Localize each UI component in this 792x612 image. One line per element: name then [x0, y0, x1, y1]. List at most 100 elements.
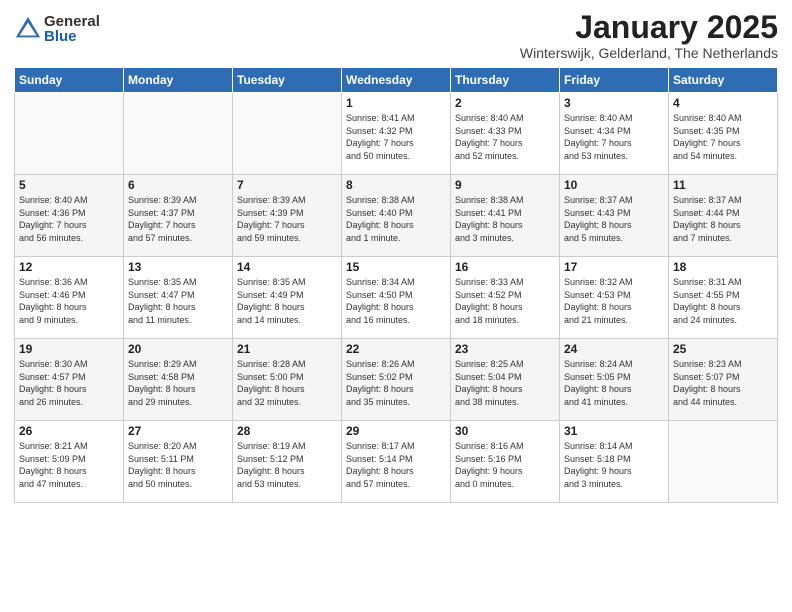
day-number: 29: [346, 424, 446, 438]
calendar-cell: 2 Sunrise: 8:40 AM Sunset: 4:33 PM Daylig…: [451, 93, 560, 175]
day-info: Sunrise: 8:40 AM Sunset: 4:35 PM Dayligh…: [673, 112, 773, 162]
header: General Blue January 2025 Winterswijk, G…: [14, 10, 778, 61]
page-container: General Blue January 2025 Winterswijk, G…: [0, 0, 792, 511]
day-number: 23: [455, 342, 555, 356]
day-number: 24: [564, 342, 664, 356]
day-info: Sunrise: 8:32 AM Sunset: 4:53 PM Dayligh…: [564, 276, 664, 326]
day-number: 19: [19, 342, 119, 356]
month-title: January 2025: [520, 10, 778, 45]
day-number: 31: [564, 424, 664, 438]
day-info: Sunrise: 8:41 AM Sunset: 4:32 PM Dayligh…: [346, 112, 446, 162]
day-info: Sunrise: 8:28 AM Sunset: 5:00 PM Dayligh…: [237, 358, 337, 408]
calendar-cell: 3 Sunrise: 8:40 AM Sunset: 4:34 PM Daylig…: [560, 93, 669, 175]
day-info: Sunrise: 8:38 AM Sunset: 4:41 PM Dayligh…: [455, 194, 555, 244]
calendar-cell: 21 Sunrise: 8:28 AM Sunset: 5:00 PM Dayli…: [233, 339, 342, 421]
calendar-cell: 26Sunrise: 8:21 AM Sunset: 5:09 PM Dayli…: [15, 421, 124, 503]
day-info: Sunrise: 8:40 AM Sunset: 4:36 PM Dayligh…: [19, 194, 119, 244]
day-number: 27: [128, 424, 228, 438]
calendar-cell: 15 Sunrise: 8:34 AM Sunset: 4:50 PM Dayli…: [342, 257, 451, 339]
calendar-cell: [233, 93, 342, 175]
week-row-4: 19 Sunrise: 8:30 AM Sunset: 4:57 PM Dayli…: [15, 339, 778, 421]
day-info: Sunrise: 8:24 AM Sunset: 5:05 PM Dayligh…: [564, 358, 664, 408]
day-info: Sunrise: 8:23 AM Sunset: 5:07 PM Dayligh…: [673, 358, 773, 408]
week-row-5: 26Sunrise: 8:21 AM Sunset: 5:09 PM Dayli…: [15, 421, 778, 503]
calendar-cell: 6Sunrise: 8:39 AM Sunset: 4:37 PM Daylig…: [124, 175, 233, 257]
calendar-cell: 14 Sunrise: 8:35 AM Sunset: 4:49 PM Dayli…: [233, 257, 342, 339]
day-info: Sunrise: 8:21 AM Sunset: 5:09 PM Dayligh…: [19, 440, 119, 490]
day-info: Sunrise: 8:30 AM Sunset: 4:57 PM Dayligh…: [19, 358, 119, 408]
calendar-cell: 30 Sunrise: 8:16 AM Sunset: 5:16 PM Dayli…: [451, 421, 560, 503]
day-header-tuesday: Tuesday: [233, 68, 342, 93]
day-info: Sunrise: 8:17 AM Sunset: 5:14 PM Dayligh…: [346, 440, 446, 490]
day-number: 18: [673, 260, 773, 274]
day-info: Sunrise: 8:33 AM Sunset: 4:52 PM Dayligh…: [455, 276, 555, 326]
calendar-cell: 4Sunrise: 8:40 AM Sunset: 4:35 PM Daylig…: [669, 93, 778, 175]
location: Winterswijk, Gelderland, The Netherlands: [520, 45, 778, 61]
day-info: Sunrise: 8:39 AM Sunset: 4:37 PM Dayligh…: [128, 194, 228, 244]
calendar-cell: 18 Sunrise: 8:31 AM Sunset: 4:55 PM Dayli…: [669, 257, 778, 339]
calendar-cell: 8 Sunrise: 8:38 AM Sunset: 4:40 PM Daylig…: [342, 175, 451, 257]
day-number: 28: [237, 424, 337, 438]
day-info: Sunrise: 8:29 AM Sunset: 4:58 PM Dayligh…: [128, 358, 228, 408]
day-number: 16: [455, 260, 555, 274]
calendar-cell: 19 Sunrise: 8:30 AM Sunset: 4:57 PM Dayli…: [15, 339, 124, 421]
day-header-monday: Monday: [124, 68, 233, 93]
week-row-1: 1Sunrise: 8:41 AM Sunset: 4:32 PM Daylig…: [15, 93, 778, 175]
day-number: 15: [346, 260, 446, 274]
day-header-thursday: Thursday: [451, 68, 560, 93]
day-number: 2: [455, 96, 555, 110]
day-number: 20: [128, 342, 228, 356]
day-info: Sunrise: 8:14 AM Sunset: 5:18 PM Dayligh…: [564, 440, 664, 490]
calendar-cell: 22 Sunrise: 8:26 AM Sunset: 5:02 PM Dayli…: [342, 339, 451, 421]
day-info: Sunrise: 8:16 AM Sunset: 5:16 PM Dayligh…: [455, 440, 555, 490]
day-number: 21: [237, 342, 337, 356]
day-header-friday: Friday: [560, 68, 669, 93]
day-number: 14: [237, 260, 337, 274]
day-info: Sunrise: 8:38 AM Sunset: 4:40 PM Dayligh…: [346, 194, 446, 244]
day-info: Sunrise: 8:40 AM Sunset: 4:33 PM Dayligh…: [455, 112, 555, 162]
calendar-cell: 12 Sunrise: 8:36 AM Sunset: 4:46 PM Dayli…: [15, 257, 124, 339]
calendar-cell: [15, 93, 124, 175]
calendar-cell: 13 Sunrise: 8:35 AM Sunset: 4:47 PM Dayli…: [124, 257, 233, 339]
day-number: 25: [673, 342, 773, 356]
calendar-cell: 7Sunrise: 8:39 AM Sunset: 4:39 PM Daylig…: [233, 175, 342, 257]
day-number: 5: [19, 178, 119, 192]
day-number: 11: [673, 178, 773, 192]
calendar-cell: 9 Sunrise: 8:38 AM Sunset: 4:41 PM Daylig…: [451, 175, 560, 257]
week-row-3: 12 Sunrise: 8:36 AM Sunset: 4:46 PM Dayli…: [15, 257, 778, 339]
day-info: Sunrise: 8:35 AM Sunset: 4:47 PM Dayligh…: [128, 276, 228, 326]
calendar-cell: 1Sunrise: 8:41 AM Sunset: 4:32 PM Daylig…: [342, 93, 451, 175]
day-number: 13: [128, 260, 228, 274]
day-number: 3: [564, 96, 664, 110]
calendar-cell: 25 Sunrise: 8:23 AM Sunset: 5:07 PM Dayli…: [669, 339, 778, 421]
day-info: Sunrise: 8:35 AM Sunset: 4:49 PM Dayligh…: [237, 276, 337, 326]
day-info: Sunrise: 8:37 AM Sunset: 4:44 PM Dayligh…: [673, 194, 773, 244]
calendar: SundayMondayTuesdayWednesdayThursdayFrid…: [14, 67, 778, 503]
calendar-cell: 10Sunrise: 8:37 AM Sunset: 4:43 PM Dayli…: [560, 175, 669, 257]
logo-general: General: [44, 14, 100, 29]
day-header-sunday: Sunday: [15, 68, 124, 93]
day-number: 10: [564, 178, 664, 192]
day-info: Sunrise: 8:39 AM Sunset: 4:39 PM Dayligh…: [237, 194, 337, 244]
calendar-cell: 29 Sunrise: 8:17 AM Sunset: 5:14 PM Dayli…: [342, 421, 451, 503]
day-number: 22: [346, 342, 446, 356]
calendar-cell: 11 Sunrise: 8:37 AM Sunset: 4:44 PM Dayli…: [669, 175, 778, 257]
day-info: Sunrise: 8:26 AM Sunset: 5:02 PM Dayligh…: [346, 358, 446, 408]
day-number: 12: [19, 260, 119, 274]
day-info: Sunrise: 8:20 AM Sunset: 5:11 PM Dayligh…: [128, 440, 228, 490]
logo-blue: Blue: [44, 29, 100, 44]
calendar-cell: 23Sunrise: 8:25 AM Sunset: 5:04 PM Dayli…: [451, 339, 560, 421]
calendar-cell: 20 Sunrise: 8:29 AM Sunset: 4:58 PM Dayli…: [124, 339, 233, 421]
day-info: Sunrise: 8:34 AM Sunset: 4:50 PM Dayligh…: [346, 276, 446, 326]
day-number: 9: [455, 178, 555, 192]
day-info: Sunrise: 8:31 AM Sunset: 4:55 PM Dayligh…: [673, 276, 773, 326]
day-info: Sunrise: 8:36 AM Sunset: 4:46 PM Dayligh…: [19, 276, 119, 326]
calendar-cell: 17Sunrise: 8:32 AM Sunset: 4:53 PM Dayli…: [560, 257, 669, 339]
day-number: 8: [346, 178, 446, 192]
logo-icon: [14, 15, 42, 43]
calendar-cell: 16 Sunrise: 8:33 AM Sunset: 4:52 PM Dayli…: [451, 257, 560, 339]
day-header-wednesday: Wednesday: [342, 68, 451, 93]
day-number: 30: [455, 424, 555, 438]
logo: General Blue: [14, 14, 100, 44]
day-info: Sunrise: 8:40 AM Sunset: 4:34 PM Dayligh…: [564, 112, 664, 162]
